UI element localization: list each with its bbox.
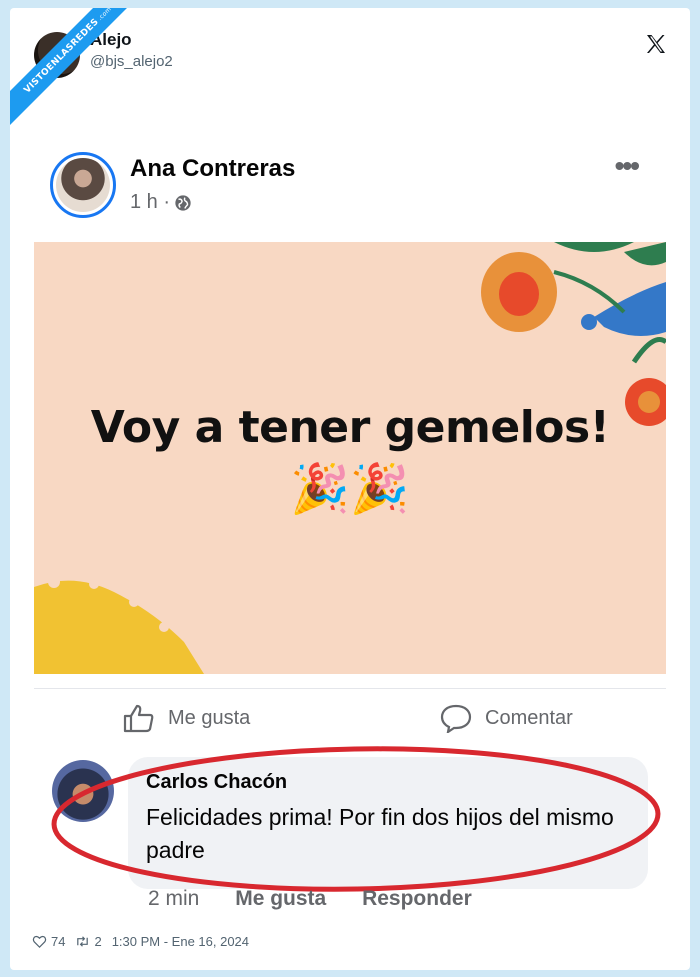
comment-time: 2 min xyxy=(148,887,200,910)
retweet-stat[interactable]: 2 xyxy=(75,934,102,949)
fb-action-bar: Me gusta Comentar xyxy=(34,688,666,739)
banner-headline: Voy a tener gemelos! xyxy=(90,402,610,453)
comment-label: Comentar xyxy=(485,706,573,729)
fb-author-name[interactable]: Ana Contreras xyxy=(130,155,295,183)
like-button[interactable]: Me gusta xyxy=(122,703,250,733)
retweet-icon xyxy=(77,936,89,947)
tweet-card: VISTOENLASREDES.com Alejo @bjs_alejo2 An… xyxy=(10,8,690,970)
comment-footer: 2 min Me gusta Responder xyxy=(148,887,502,911)
thumbs-up-icon xyxy=(123,704,154,733)
fb-author-avatar[interactable] xyxy=(50,152,116,218)
like-label: Me gusta xyxy=(168,706,251,729)
globe-icon xyxy=(175,194,191,211)
fb-avatar-photo xyxy=(56,158,110,212)
floral-decoration-top-right xyxy=(34,242,666,674)
comment-reply-link[interactable]: Responder xyxy=(362,887,472,910)
x-logo-icon[interactable] xyxy=(644,32,668,56)
heart-icon xyxy=(32,935,47,948)
fb-post-meta: 1 h · xyxy=(130,191,192,214)
retweet-count: 2 xyxy=(94,934,102,949)
tweet-footer: 74 2 1:30 PM - Ene 16, 2024 xyxy=(32,934,249,949)
red-highlight-circle xyxy=(51,746,661,892)
watermark-ribbon: VISTOENLASREDES.com xyxy=(10,8,155,137)
like-stat[interactable]: 74 xyxy=(32,934,65,949)
more-options-icon[interactable]: ••• xyxy=(615,152,640,180)
tweet-author-handle[interactable]: @bjs_alejo2 xyxy=(90,53,173,70)
like-count: 74 xyxy=(51,934,66,949)
fb-post-time: 1 h · xyxy=(130,191,171,213)
comment-like-link[interactable]: Me gusta xyxy=(235,887,326,910)
tweet-timestamp[interactable]: 1:30 PM - Ene 16, 2024 xyxy=(112,934,249,949)
party-popper-emojis: 🎉🎉 xyxy=(290,463,410,516)
comment-button[interactable]: Comentar xyxy=(439,703,573,733)
comment-bubble-icon xyxy=(440,704,472,733)
fb-post-banner: Voy a tener gemelos! 🎉🎉 xyxy=(34,242,666,674)
